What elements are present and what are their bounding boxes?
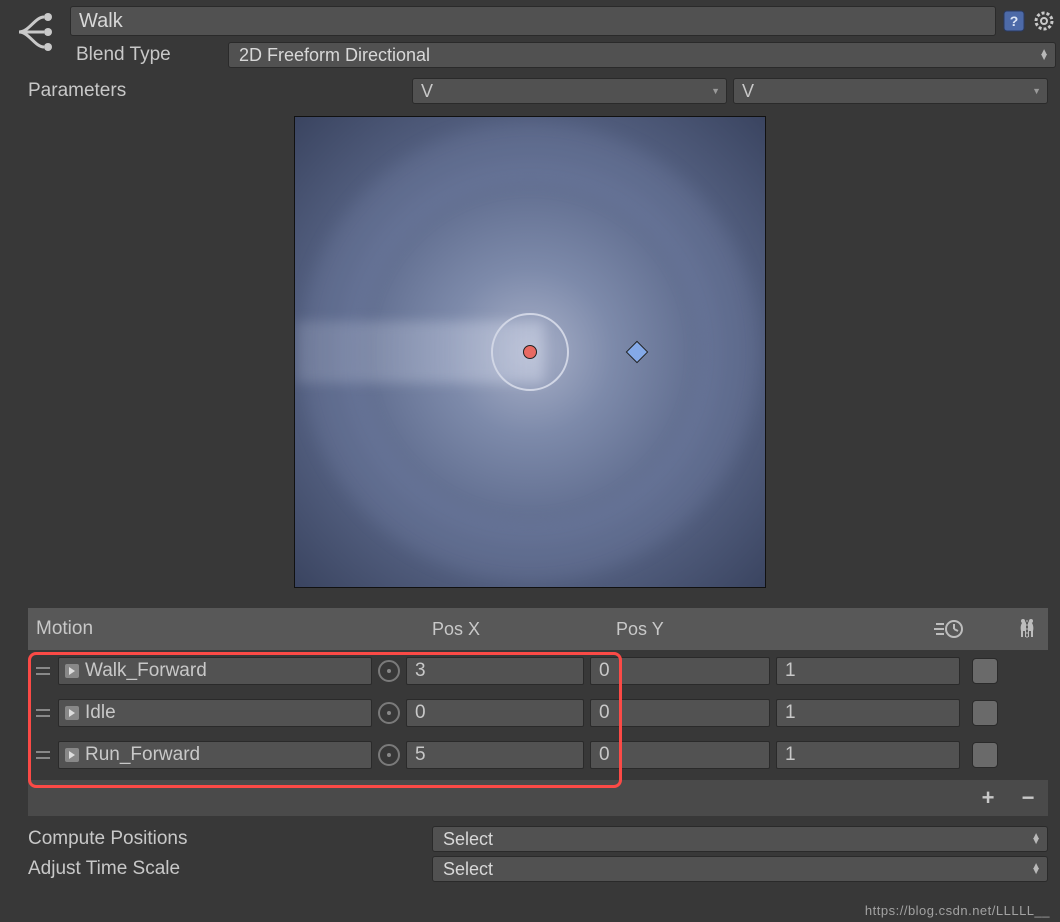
motion-name: Idle bbox=[85, 702, 116, 724]
blend-type-value: 2D Freeform Directional bbox=[239, 45, 430, 66]
motion-row: Walk_Forward 3 0 1 bbox=[28, 650, 1048, 692]
graph-point-current[interactable] bbox=[523, 345, 537, 359]
posy-input[interactable]: 0 bbox=[590, 657, 770, 685]
adjust-timescale-label: Adjust Time Scale bbox=[28, 858, 424, 880]
param-y-dropdown[interactable]: V▼ bbox=[733, 78, 1048, 104]
object-picker-icon[interactable] bbox=[378, 660, 400, 682]
remove-button[interactable]: − bbox=[1008, 784, 1048, 812]
param-x-value: V bbox=[421, 81, 433, 102]
motion-field[interactable]: Run_Forward bbox=[58, 741, 372, 769]
posx-input[interactable]: 5 bbox=[406, 741, 584, 769]
motion-field[interactable]: Walk_Forward bbox=[58, 657, 372, 685]
compute-positions-dropdown[interactable]: Select▲▼ bbox=[432, 826, 1048, 852]
header-motion: Motion bbox=[36, 618, 432, 640]
posy-input[interactable]: 0 bbox=[590, 699, 770, 727]
header-mirror-icon bbox=[1004, 617, 1040, 641]
list-footer: + − bbox=[28, 780, 1048, 816]
object-picker-icon[interactable] bbox=[378, 702, 400, 724]
compute-positions-label: Compute Positions bbox=[28, 828, 424, 850]
clip-icon bbox=[65, 706, 79, 720]
object-picker-icon[interactable] bbox=[378, 744, 400, 766]
header-posy: Pos Y bbox=[616, 619, 802, 640]
help-icon[interactable]: ? bbox=[1002, 9, 1026, 33]
clip-icon bbox=[65, 748, 79, 762]
blendtree-icon bbox=[4, 2, 64, 62]
motion-name: Walk_Forward bbox=[85, 660, 207, 682]
posx-input[interactable]: 3 bbox=[406, 657, 584, 685]
motion-table-header: Motion Pos X Pos Y bbox=[28, 608, 1048, 650]
drag-handle-icon[interactable] bbox=[34, 749, 52, 761]
blend-type-label: Blend Type bbox=[70, 44, 220, 66]
gear-icon[interactable] bbox=[1032, 9, 1056, 33]
svg-text:?: ? bbox=[1010, 13, 1019, 29]
timescale-input[interactable]: 1 bbox=[776, 741, 960, 769]
motion-row: Idle 0 0 1 bbox=[28, 692, 1048, 734]
adjust-timescale-value: Select bbox=[443, 859, 493, 880]
motion-name: Run_Forward bbox=[85, 744, 200, 766]
name-input[interactable]: Walk bbox=[70, 6, 996, 36]
timescale-input[interactable]: 1 bbox=[776, 699, 960, 727]
motion-row: Run_Forward 5 0 1 bbox=[28, 734, 1048, 776]
clip-icon bbox=[65, 664, 79, 678]
posx-input[interactable]: 0 bbox=[406, 699, 584, 727]
param-y-value: V bbox=[742, 81, 754, 102]
mirror-checkbox[interactable] bbox=[972, 658, 998, 684]
blend-type-dropdown[interactable]: 2D Freeform Directional▲▼ bbox=[228, 42, 1056, 68]
timescale-input[interactable]: 1 bbox=[776, 657, 960, 685]
motion-field[interactable]: Idle bbox=[58, 699, 372, 727]
drag-handle-icon[interactable] bbox=[34, 707, 52, 719]
header-timescale-icon bbox=[802, 618, 1004, 640]
blend-graph[interactable] bbox=[294, 116, 766, 588]
mirror-checkbox[interactable] bbox=[972, 700, 998, 726]
drag-handle-icon[interactable] bbox=[34, 665, 52, 677]
mirror-checkbox[interactable] bbox=[972, 742, 998, 768]
watermark-text: https://blog.csdn.net/LLLLL__ bbox=[865, 903, 1050, 918]
header-posx: Pos X bbox=[432, 619, 616, 640]
add-button[interactable]: + bbox=[968, 784, 1008, 812]
adjust-timescale-dropdown[interactable]: Select▲▼ bbox=[432, 856, 1048, 882]
parameters-label: Parameters bbox=[28, 80, 406, 102]
param-x-dropdown[interactable]: V▼ bbox=[412, 78, 727, 104]
compute-positions-value: Select bbox=[443, 829, 493, 850]
posy-input[interactable]: 0 bbox=[590, 741, 770, 769]
